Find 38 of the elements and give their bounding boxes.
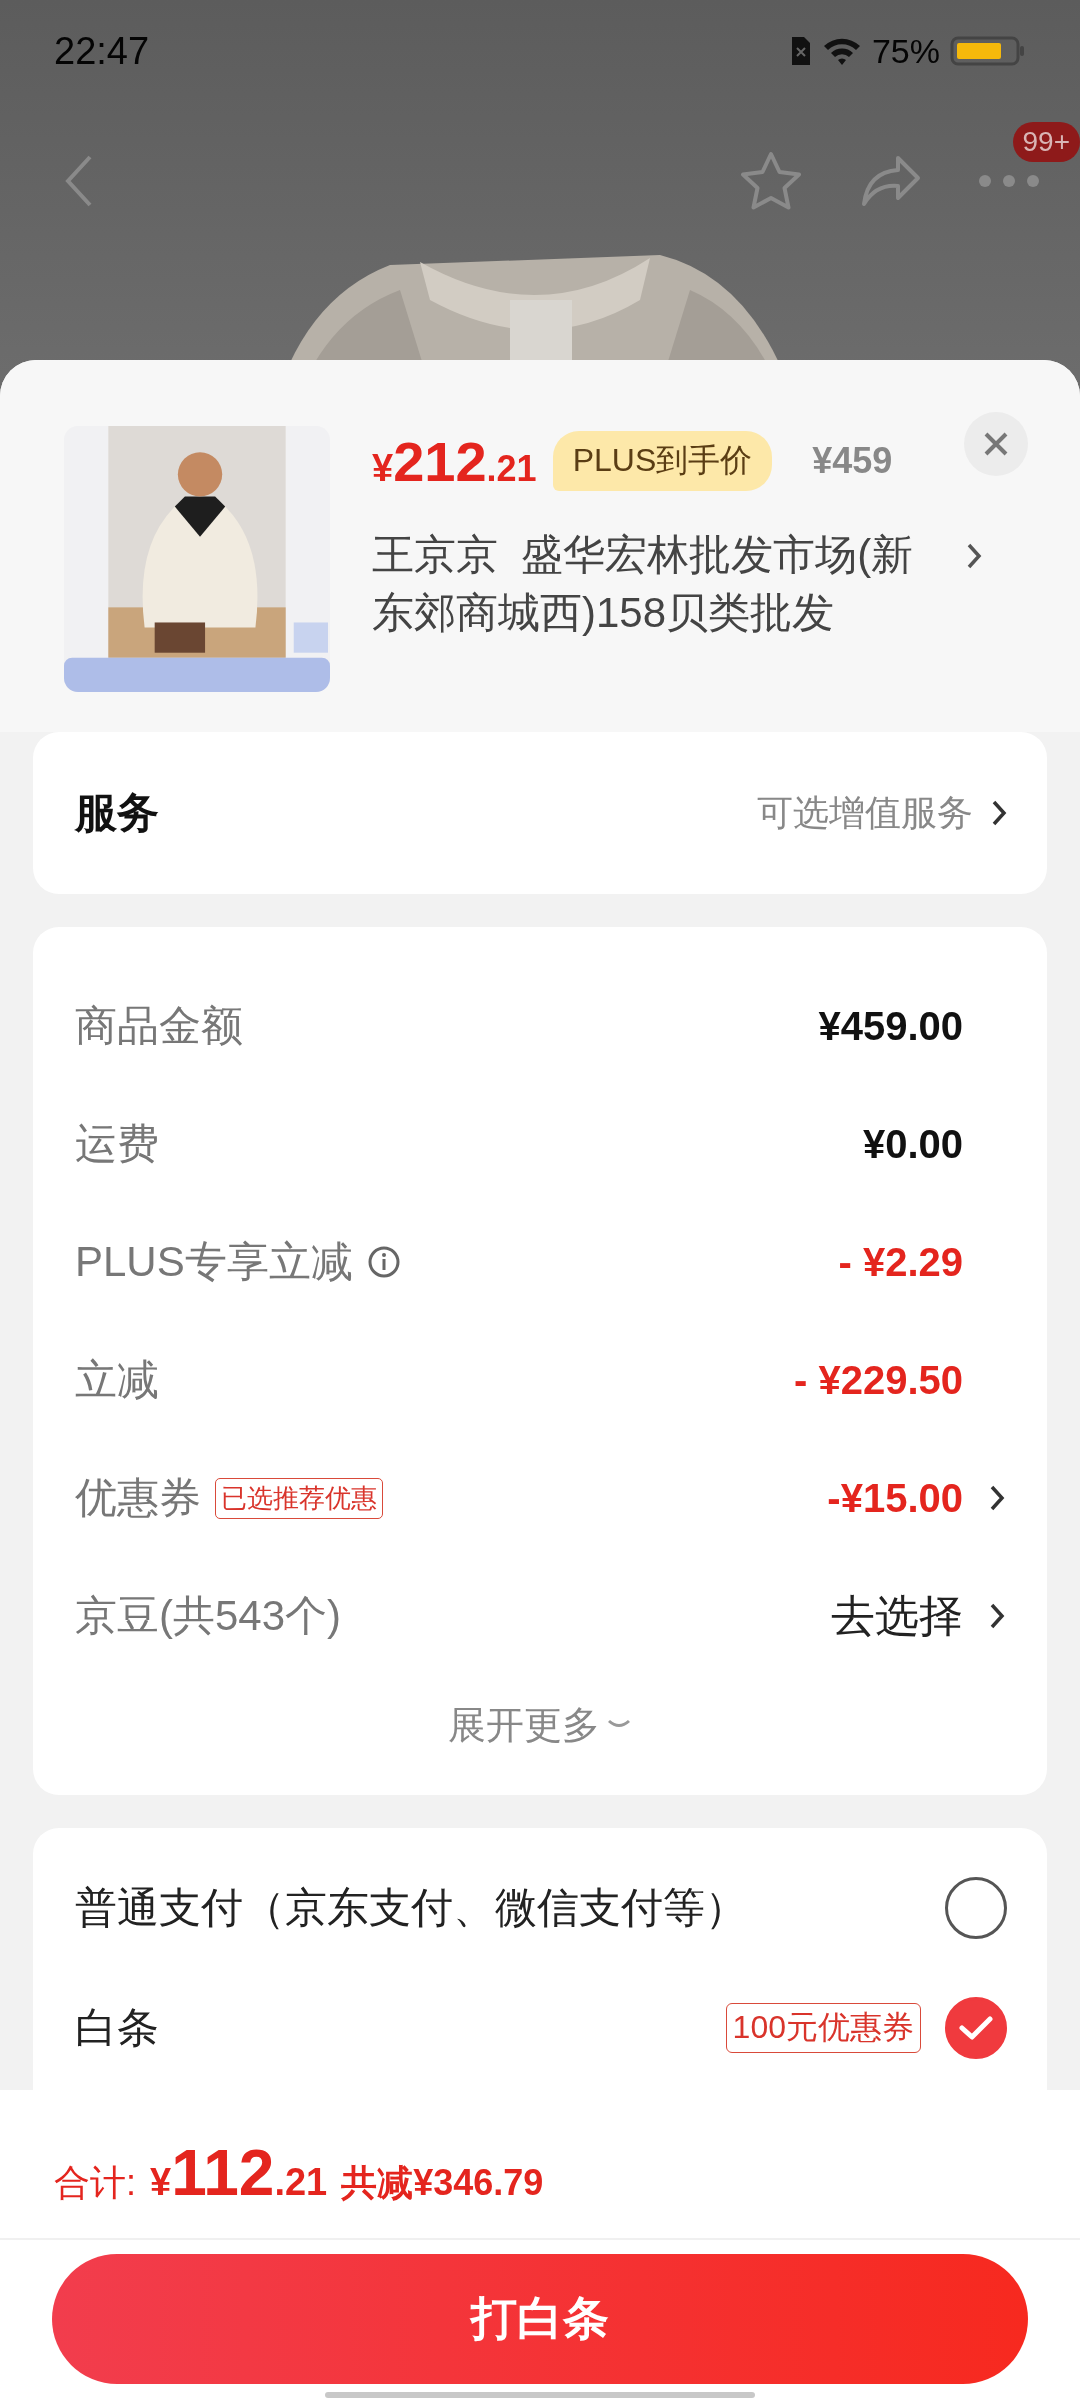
product-title[interactable]: 王京京 盛华宏林批发市场(新东郊商城西)158贝类批发 — [372, 526, 952, 642]
service-card[interactable]: 服务 可选增值服务 — [33, 732, 1047, 894]
price: ¥212.21 — [372, 428, 537, 494]
chevron-icon[interactable] — [989, 1484, 1005, 1512]
pay-button[interactable]: 打白条 — [52, 2254, 1028, 2384]
service-label: 服务 — [75, 788, 160, 838]
payment-option[interactable]: 白条 — [75, 2000, 159, 2056]
fee-value: ¥0.00 — [862, 1121, 963, 1167]
fee-label: PLUS专享立减 — [75, 1237, 353, 1287]
chevron-icon[interactable] — [966, 542, 982, 570]
fee-value[interactable]: -¥15.00 — [827, 1475, 963, 1521]
info-icon[interactable] — [366, 1245, 401, 1279]
star-icon[interactable] — [738, 150, 804, 212]
radio-button[interactable] — [945, 1877, 1007, 1939]
fee-value: - ¥229.50 — [793, 1357, 963, 1403]
status-time: 22:47 — [54, 29, 150, 73]
fee-label: 优惠券 — [75, 1473, 201, 1523]
coupon-tag: 已选推荐优惠 — [215, 1477, 383, 1519]
fee-value: ¥459.00 — [818, 1003, 963, 1049]
fee-label: 商品金额 — [75, 1001, 243, 1051]
price-tag: PLUS到手价 — [552, 431, 773, 491]
battery-icon — [950, 34, 1026, 68]
chevron-icon — [991, 799, 1007, 827]
battery-percentage: 75% — [871, 31, 940, 71]
fee-value[interactable]: 去选择 — [831, 1586, 963, 1646]
fee-label: 运费 — [75, 1119, 159, 1169]
close-icon — [983, 431, 1009, 457]
fee-label: 京豆(共543个) — [75, 1591, 342, 1641]
service-value: 可选增值服务 — [757, 790, 973, 835]
fee-value: - ¥2.29 — [838, 1239, 963, 1285]
expand-more-button[interactable]: 展开更多 — [448, 1699, 600, 1751]
total-amount: 合计: ¥112.21 共减¥346.79 — [0, 2090, 1080, 2240]
original-price: ¥459 — [812, 440, 893, 482]
payment-option[interactable]: 普通支付（京东支付、微信支付等） — [75, 1880, 747, 1936]
fee-label: 立减 — [75, 1355, 159, 1405]
chevron-icon[interactable] — [989, 1602, 1005, 1630]
check-icon — [958, 2014, 994, 2042]
coupon-tag: 100元优惠券 — [725, 2003, 921, 2053]
